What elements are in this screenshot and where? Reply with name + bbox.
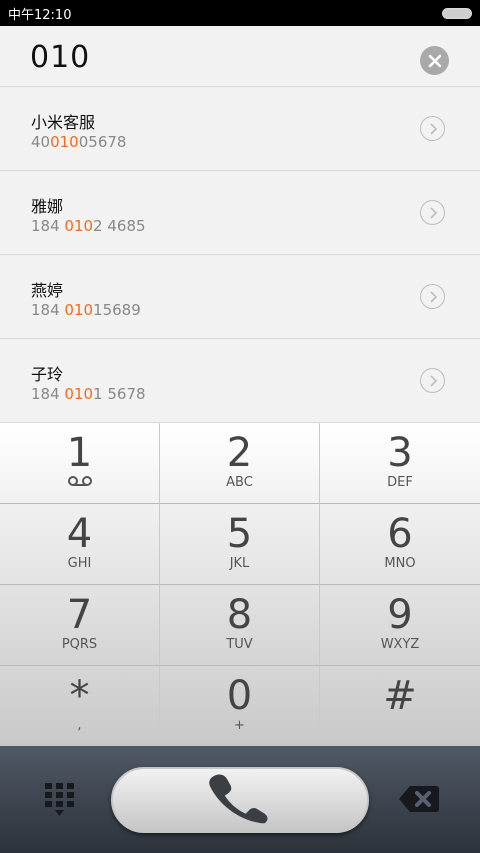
chevron-right-icon	[429, 206, 437, 219]
contact-name: 雅娜	[31, 197, 64, 216]
battery-icon	[442, 8, 472, 19]
contact-detail-button[interactable]	[420, 116, 445, 141]
bottom-action-bar	[0, 746, 480, 853]
key-5[interactable]: 5 JKL	[160, 504, 320, 585]
voicemail-icon	[67, 476, 92, 486]
status-bar: 中午12:10	[0, 0, 480, 26]
contact-number: 184 01015689	[31, 301, 141, 319]
contact-name: 小米客服	[31, 113, 96, 132]
key-9[interactable]: 9 WXYZ	[320, 585, 480, 666]
status-time: 中午12:10	[8, 7, 72, 23]
contact-row[interactable]: 小米客服 4001005678	[0, 87, 480, 171]
key-0[interactable]: 0 +	[160, 666, 320, 746]
dial-keypad: 1 2 ABC 3 DEF 4 GHI 5 JKL 6 MNO 7 PQRS 8…	[0, 423, 480, 746]
contact-detail-button[interactable]	[420, 284, 445, 309]
backspace-button[interactable]	[398, 784, 440, 814]
contact-number: 184 0102 4685	[31, 217, 146, 235]
contact-name: 燕婷	[31, 281, 64, 300]
number-match-highlight: 010	[50, 133, 79, 151]
key-8[interactable]: 8 TUV	[160, 585, 320, 666]
contact-row[interactable]: 燕婷 184 01015689	[0, 255, 480, 339]
chevron-right-icon	[429, 290, 437, 303]
key-star[interactable]: * ,	[0, 666, 160, 746]
contact-number: 184 0101 5678	[31, 385, 146, 403]
key-hash[interactable]: #	[320, 666, 480, 746]
contact-number: 4001005678	[31, 133, 127, 151]
close-icon	[428, 54, 441, 67]
number-match-highlight: 010	[64, 217, 94, 235]
dialed-digits[interactable]: 010	[30, 40, 90, 75]
contact-name: 子玲	[31, 365, 64, 384]
key-3[interactable]: 3 DEF	[320, 423, 480, 504]
contact-detail-button[interactable]	[420, 368, 445, 393]
clear-input-button[interactable]	[420, 46, 449, 75]
dialpad-icon	[45, 783, 74, 816]
number-match-highlight: 010	[64, 301, 94, 319]
key-1[interactable]: 1	[0, 423, 160, 504]
key-2[interactable]: 2 ABC	[160, 423, 320, 504]
chevron-right-icon	[429, 122, 437, 135]
matching-contacts-list: 小米客服 4001005678 雅娜 184 0102 4685 燕婷 184 …	[0, 87, 480, 423]
key-6[interactable]: 6 MNO	[320, 504, 480, 585]
key-7[interactable]: 7 PQRS	[0, 585, 160, 666]
contact-row[interactable]: 雅娜 184 0102 4685	[0, 171, 480, 255]
dialpad-toggle-button[interactable]	[42, 781, 78, 819]
phone-icon	[209, 774, 268, 824]
number-match-highlight: 010	[64, 385, 94, 403]
key-4[interactable]: 4 GHI	[0, 504, 160, 585]
contact-row[interactable]: 子玲 184 0101 5678	[0, 339, 480, 423]
contact-detail-button[interactable]	[420, 200, 445, 225]
chevron-right-icon	[429, 374, 437, 387]
dial-input-bar: 010	[0, 26, 480, 87]
call-button[interactable]	[111, 767, 369, 833]
backspace-icon	[399, 786, 439, 812]
